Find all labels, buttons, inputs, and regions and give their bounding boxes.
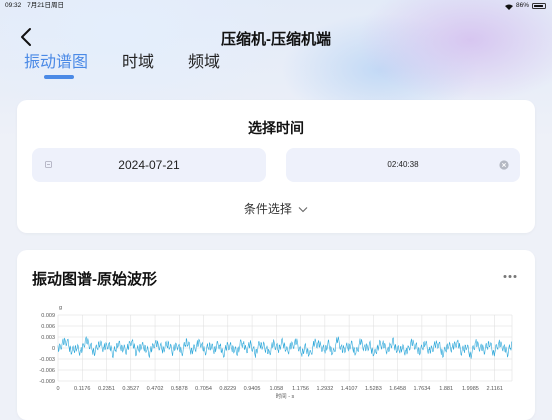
battery-icon — [532, 3, 546, 9]
date-value: 2024-07-21 — [118, 158, 180, 172]
page-title: 压缩机-压缩机端 — [221, 31, 331, 48]
condition-filter-label: 条件选择 — [243, 202, 292, 216]
x-tick-label: 1.881 — [439, 386, 453, 392]
x-tick-label: 1.9985 — [462, 386, 479, 392]
battery-percent: 86% — [515, 2, 529, 9]
x-tick-label: 2.1161 — [486, 386, 502, 392]
time-selector-card: 选择时间 2024-07-21 02:40:38 条件选择 — [17, 100, 535, 233]
status-bar: 09:32 7月21日周日 86% — [0, 0, 552, 12]
waveform-series-line — [57, 336, 513, 359]
tab-vibration-spectrum[interactable]: 振动谱图 — [24, 48, 88, 72]
status-time: 09:32 — [5, 2, 22, 9]
y-tick-label: -0.009 — [39, 379, 55, 385]
y-axis-label: g — [59, 305, 62, 311]
x-tick-label: 0.4702 — [147, 386, 164, 392]
tab-bar: 振动谱图 时域 频域 — [24, 48, 254, 72]
chart-card: 振动图谱-原始波形 g 0.009 0.006 0.003 0 -0.003 -0.006-… — [17, 250, 535, 420]
y-tick-label: 0.003 — [41, 335, 55, 341]
x-tick-label: 0.8229 — [219, 386, 236, 392]
x-tick-label: 1.1756 — [292, 386, 309, 392]
x-tick-label: 1.5283 — [365, 386, 382, 392]
date-field[interactable]: 2024-07-21 — [32, 148, 266, 182]
y-tick-label: -0.006 — [39, 368, 55, 374]
y-tick-label: 0.009 — [41, 313, 55, 319]
time-selector-title: 选择时间 — [248, 120, 304, 136]
x-tick-label: 0 — [56, 386, 59, 392]
y-tick-label: 0.006 — [41, 324, 55, 330]
wifi-icon — [504, 3, 513, 10]
active-tab-indicator — [44, 75, 74, 79]
x-tick-label: 1.058 — [269, 386, 283, 392]
tab-time-domain[interactable]: 时域 — [122, 48, 154, 72]
x-tick-label: 1.4107 — [341, 386, 358, 392]
tab-frequency-domain[interactable]: 频域 — [188, 48, 220, 72]
x-tick-label: 0.7054 — [195, 386, 212, 392]
status-date: 7月21日周日 — [27, 2, 64, 9]
x-tick-label: 0.5878 — [171, 386, 188, 392]
x-tick-label: 0.2351 — [98, 386, 115, 392]
x-tick-label: 1.7634 — [413, 386, 430, 392]
x-tick-label: 1.6458 — [389, 386, 406, 392]
waveform-chart: g0.0090.0060.0030-0.003-0.006-0.0090 0.11… — [39, 305, 513, 400]
clear-icon[interactable] — [499, 160, 509, 170]
x-tick-label: 0.9405 — [244, 386, 261, 392]
time-field[interactable]: 02:40:38 — [286, 148, 520, 182]
y-tick-label: -0.003 — [39, 357, 55, 363]
x-axis-label: 时间 - s — [276, 392, 295, 400]
x-tick-label: 0.1176 — [74, 386, 90, 392]
x-tick-label: 0.3527 — [122, 386, 139, 392]
y-tick-label: 0 — [52, 346, 55, 352]
chevron-down-icon — [298, 207, 308, 213]
time-value: 02:40:38 — [387, 160, 419, 169]
x-tick-label: 1.2932 — [316, 386, 333, 392]
condition-filter-button[interactable]: 条件选择 — [17, 200, 535, 217]
